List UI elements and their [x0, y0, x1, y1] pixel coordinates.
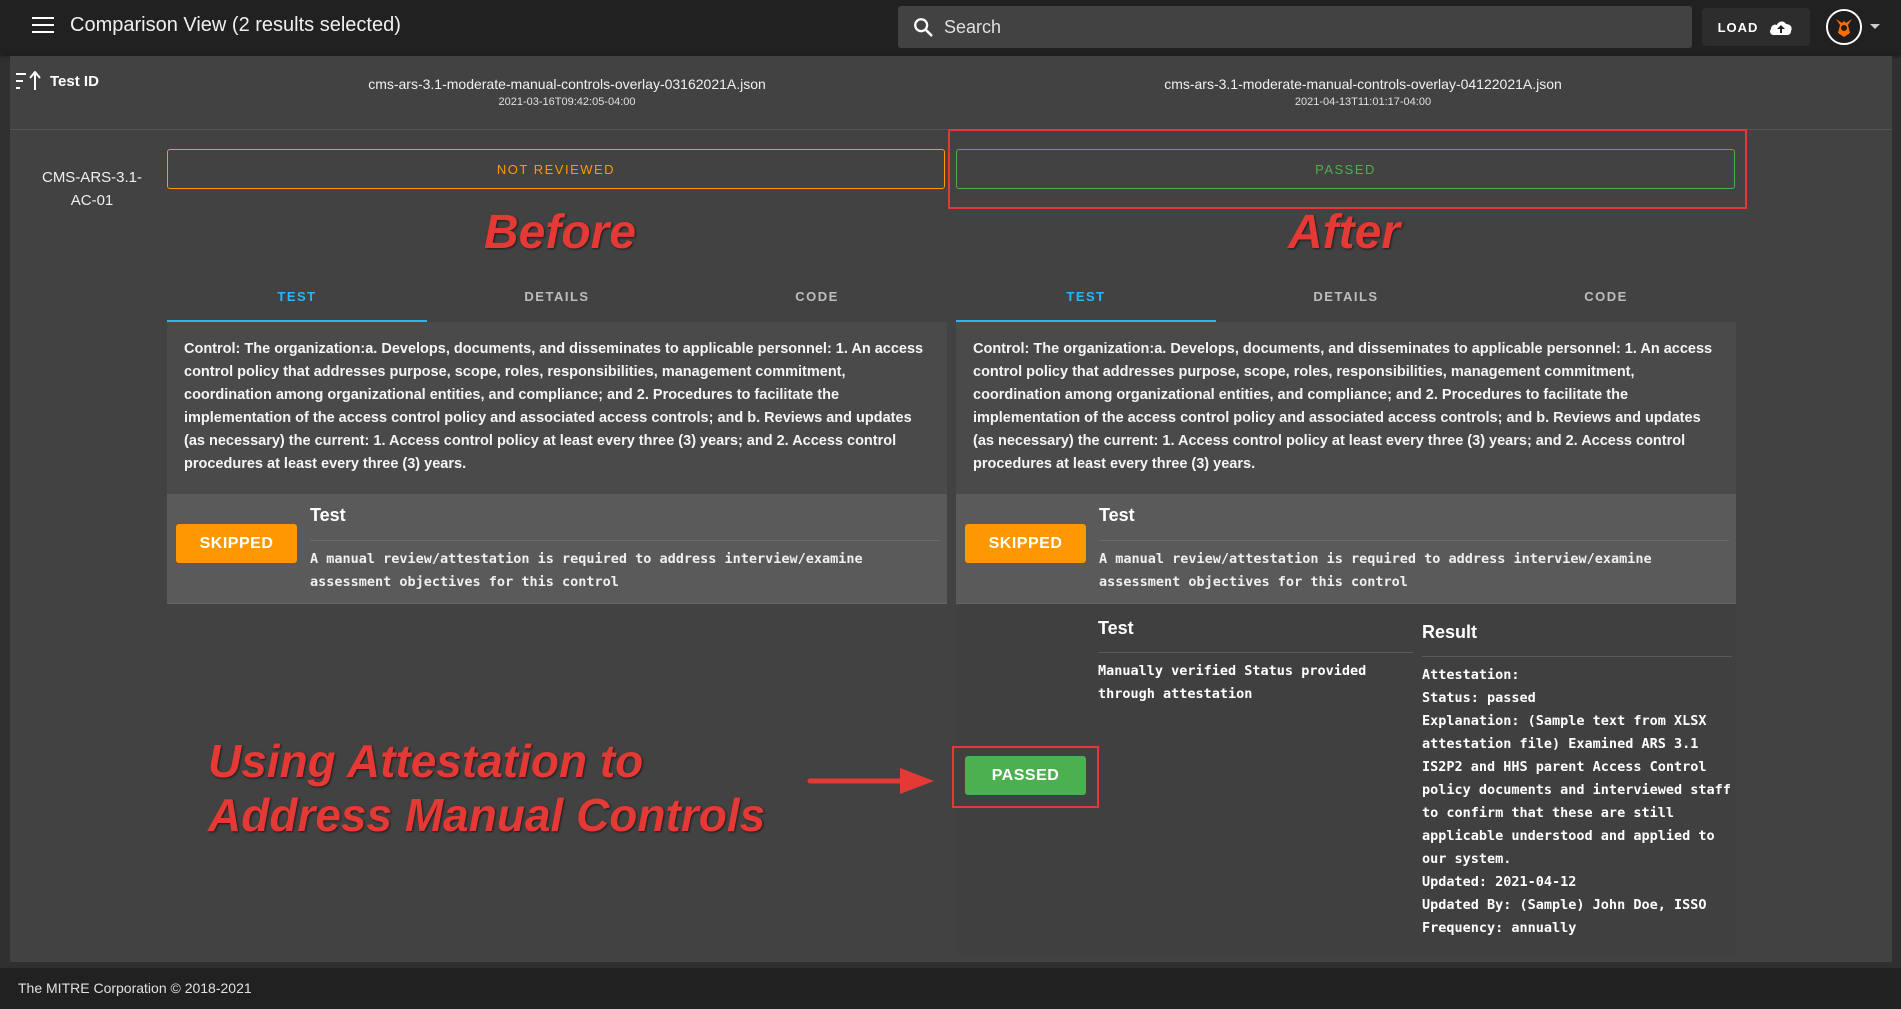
result-heading: Test: [310, 505, 346, 525]
top-app-bar: Comparison View (2 results selected) LOA…: [0, 0, 1901, 54]
control-description: Control: The organization:a. Develops, d…: [956, 322, 1736, 494]
file-name: cms-ars-3.1-moderate-manual-controls-ove…: [368, 76, 766, 92]
result-message: A manual review/attestation is required …: [310, 551, 863, 590]
search-input[interactable]: [944, 6, 1674, 48]
result-heading: Test: [1099, 505, 1135, 525]
file-column-after: cms-ars-3.1-moderate-manual-controls-ove…: [973, 76, 1753, 108]
annotation-line: Using Attestation to: [208, 735, 644, 787]
control-description: Control: The organization:a. Develops, d…: [167, 322, 947, 494]
annotation-before: Before: [484, 206, 637, 259]
load-button[interactable]: LOAD: [1702, 8, 1810, 46]
divider: [310, 540, 940, 541]
sort-icon[interactable]: [16, 71, 42, 91]
annotation-line: Address Manual Controls: [208, 789, 766, 841]
file-name: cms-ars-3.1-moderate-manual-controls-ove…: [1164, 76, 1562, 92]
result-row: SKIPPED Test A manual review/attestation…: [167, 494, 947, 604]
load-button-label: LOAD: [1717, 19, 1759, 35]
result-row: SKIPPED Test A manual review/attestation…: [956, 494, 1736, 604]
heimdall-logo-icon: [1828, 11, 1860, 43]
tab-bar: TEST DETAILS CODE: [167, 272, 947, 322]
skipped-badge: SKIPPED: [176, 524, 297, 563]
divider: [1422, 656, 1732, 657]
search-box[interactable]: [898, 6, 1692, 48]
attestation-result-heading: Result: [1422, 622, 1478, 642]
highlight-box-status: [948, 129, 1747, 209]
cloud-upload-icon: [1770, 21, 1793, 35]
panel-before: TEST DETAILS CODE Control: The organizat…: [167, 272, 947, 604]
attestation-test-heading: Test: [1098, 618, 1134, 638]
tab-code[interactable]: CODE: [687, 272, 947, 322]
tab-details[interactable]: DETAILS: [1216, 272, 1476, 322]
tab-bar: TEST DETAILS CODE: [956, 272, 1736, 322]
file-date: 2021-03-16T09:42:05-04:00: [498, 96, 636, 108]
page-title: Comparison View (2 results selected): [70, 14, 401, 36]
control-id: CMS-ARS-3.1-AC-01: [41, 169, 142, 209]
tab-indicator: [167, 320, 427, 322]
file-column-before: cms-ars-3.1-moderate-manual-controls-ove…: [177, 76, 957, 108]
divider: [1098, 652, 1413, 653]
chevron-down-icon[interactable]: [1870, 24, 1880, 29]
tab-indicator: [956, 320, 1216, 322]
comparison-header: Test ID cms-ars-3.1-moderate-manual-cont…: [10, 56, 1892, 130]
annotation-after: After: [1288, 206, 1401, 259]
test-id-header[interactable]: Test ID: [50, 73, 99, 90]
skipped-badge: SKIPPED: [965, 524, 1086, 563]
tab-details[interactable]: DETAILS: [427, 272, 687, 322]
panel-after: TEST DETAILS CODE Control: The organizat…: [956, 272, 1736, 604]
attestation-result-details: Attestation: Status: passed Explanation:…: [1422, 667, 1731, 936]
divider: [1099, 540, 1729, 541]
annotation-caption: Using Attestation to Address Manual Cont…: [208, 734, 765, 842]
highlight-box-badge: [952, 746, 1099, 808]
tab-test[interactable]: TEST: [167, 272, 427, 322]
menu-icon[interactable]: [32, 17, 54, 35]
user-avatar[interactable]: [1826, 9, 1862, 45]
arrow-right-icon: [807, 768, 934, 794]
search-icon: [914, 18, 933, 37]
footer: The MITRE Corporation © 2018-2021: [0, 968, 1901, 1009]
status-not-reviewed[interactable]: NOT REVIEWED: [167, 149, 945, 189]
file-date: 2021-04-13T11:01:17-04:00: [1294, 96, 1432, 108]
result-message: A manual review/attestation is required …: [1099, 551, 1652, 590]
tab-test[interactable]: TEST: [956, 272, 1216, 322]
attestation-test-message: Manually verified Status provided throug…: [1098, 663, 1367, 702]
tab-code[interactable]: CODE: [1476, 272, 1736, 322]
